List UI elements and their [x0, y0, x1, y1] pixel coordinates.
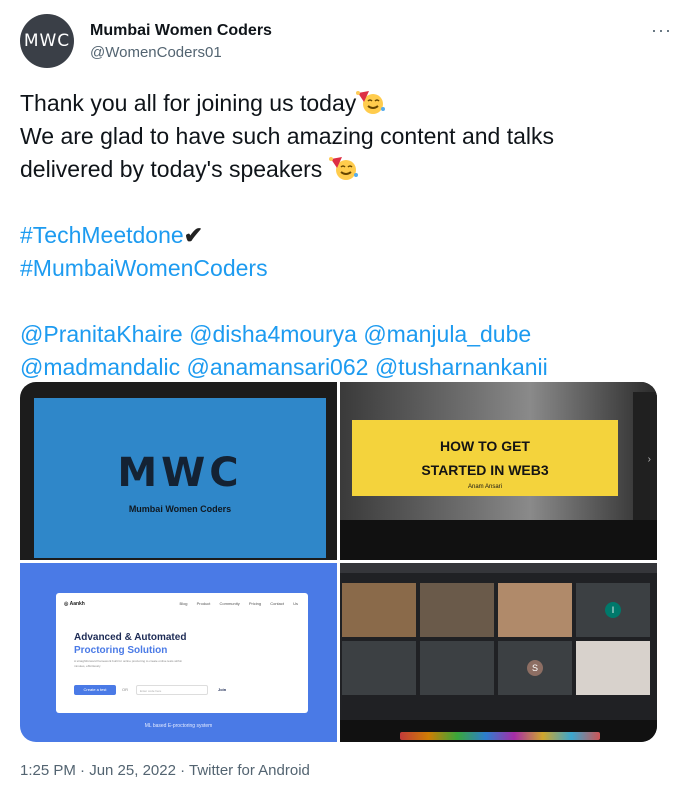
- mention-tusharnankanii[interactable]: @tusharnankanii: [375, 354, 548, 380]
- chevron-right-icon: ›: [647, 454, 651, 465]
- more-options-icon[interactable]: ···: [651, 20, 672, 41]
- video-tile: [498, 583, 572, 637]
- or-label: OR: [122, 687, 128, 692]
- tweet-line-2: We are glad to have such amazing content…: [20, 123, 555, 149]
- participant-avatar: I: [605, 602, 621, 618]
- aankh-footer: ML based E-proctoring system: [144, 723, 213, 729]
- web3-speaker: Anam Ansari: [467, 484, 503, 490]
- tweet-header: MWC Mumbai Women Coders @WomenCoders01 ·…: [20, 14, 676, 70]
- mwc-subtitle: Mumbai Women Coders: [128, 504, 232, 514]
- mwc-slide: MWC Mumbai Women Coders: [34, 398, 326, 558]
- video-tile: [576, 641, 650, 695]
- taskbar-dock: [400, 732, 600, 740]
- author-name[interactable]: Mumbai Women Coders: [90, 22, 272, 40]
- tweet-text: Thank you all for joining us today We ar…: [20, 87, 670, 384]
- web3-banner: HOW TO GET STARTED IN WEB3 Anam Ansari: [352, 420, 618, 496]
- web3-title: HOW TO GET STARTED IN WEB3: [421, 438, 549, 478]
- meeting-controls: [340, 720, 657, 742]
- author-handle[interactable]: @WomenCoders01: [90, 44, 222, 61]
- aankh-headline: Advanced & Automated Proctoring Solution: [74, 632, 187, 656]
- mention-disha4mourya[interactable]: @disha4mourya: [189, 321, 357, 347]
- code-input: Enter code here: [136, 685, 208, 695]
- media-photo-1[interactable]: MWC Mumbai Women Coders: [20, 382, 337, 560]
- video-tile: [342, 583, 416, 637]
- media-photo-3[interactable]: ◎ Aankh Blog Product Community Pricing C…: [20, 563, 337, 742]
- partying-face-emoji-icon: [356, 91, 386, 114]
- browser-bar: [340, 563, 657, 573]
- join-link: Join: [218, 687, 227, 692]
- media-photo-4[interactable]: I S: [340, 563, 657, 742]
- mention-pranitakhaire[interactable]: @PranitaKhaire: [20, 321, 183, 347]
- meeting-toolbar: [340, 520, 657, 560]
- partying-face-emoji-icon: [328, 157, 358, 180]
- tweet-line-1: Thank you all for joining us today: [20, 90, 357, 116]
- mention-manjula-dube[interactable]: @manjula_dube: [363, 321, 531, 347]
- mention-anamansari062[interactable]: @anamansari062: [187, 354, 369, 380]
- mention-madmandalic[interactable]: @madmandalic: [20, 354, 180, 380]
- participant-avatar: S: [527, 660, 543, 676]
- aankh-description: A straightforward framework built for on…: [74, 659, 183, 668]
- aankh-card: ◎ Aankh Blog Product Community Pricing C…: [56, 593, 308, 713]
- video-tile: [342, 641, 416, 695]
- media-grid: MWC Mumbai Women Coders HOW TO GET STARTE…: [20, 382, 657, 742]
- avatar[interactable]: MWC: [20, 14, 74, 68]
- tweet-timestamp[interactable]: 1:25 PM · Jun 25, 2022 · Twitter for And…: [20, 762, 310, 779]
- video-tile: [420, 641, 494, 695]
- video-tile: [420, 583, 494, 637]
- check-mark-icon: ✔: [183, 222, 203, 248]
- aankh-nav: Blog Product Community Pricing Contact U…: [179, 601, 298, 606]
- create-test-button: Create a test: [74, 685, 116, 695]
- tweet-line-3: delivered by today's speakers: [20, 156, 323, 182]
- video-tile: S: [498, 641, 572, 695]
- side-panel: [633, 392, 657, 520]
- hashtag-techmeetdone[interactable]: #TechMeetdone: [20, 222, 184, 248]
- hashtag-mumbaiwomencoders[interactable]: #MumbaiWomenCoders: [20, 255, 268, 281]
- mwc-logo: MWC: [117, 450, 243, 496]
- media-photo-2[interactable]: HOW TO GET STARTED IN WEB3 Anam Ansari ›: [340, 382, 657, 560]
- aankh-brand: ◎ Aankh: [64, 601, 85, 607]
- video-tile: I: [576, 583, 650, 637]
